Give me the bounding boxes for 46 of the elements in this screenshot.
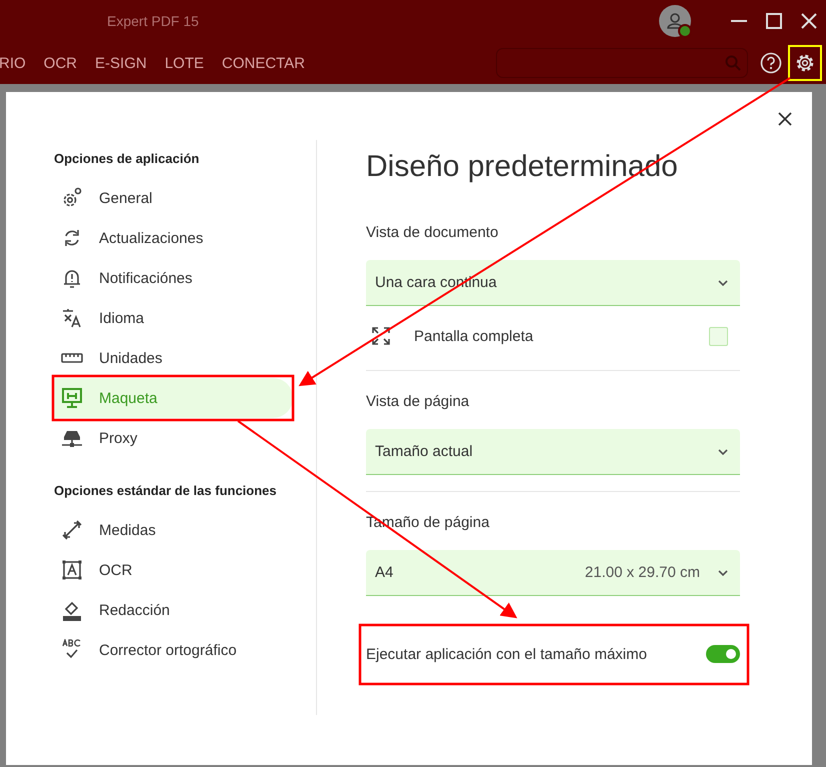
menu-tab[interactable]: LOTE <box>164 54 204 72</box>
toggle-label: Ejecutar aplicación con el tamaño máximo <box>366 646 648 662</box>
menu-tab[interactable]: OCR <box>44 54 78 72</box>
setting-label: Vista de página <box>366 392 470 412</box>
maximize-icon[interactable] <box>766 13 782 29</box>
text-frame-icon <box>61 559 83 581</box>
sidebar-item[interactable]: General <box>53 178 293 218</box>
fullscreen-icon <box>372 327 390 345</box>
gear-icon <box>61 187 83 209</box>
close-icon[interactable] <box>778 112 792 126</box>
chevron-down-icon <box>718 570 728 576</box>
user-avatar[interactable] <box>659 5 691 37</box>
chevron-down-icon <box>718 448 728 454</box>
sidebar-item[interactable]: OCR <box>53 550 293 590</box>
chevron-down-icon <box>718 280 728 286</box>
window-title: Expert PDF 15 <box>107 13 200 29</box>
monitor-icon <box>61 387 83 409</box>
menu-tab[interactable]: CONECTAR <box>222 54 305 72</box>
sidebar-item[interactable]: Medidas <box>53 510 293 550</box>
sidebar-item[interactable]: Proxy <box>53 418 293 458</box>
help-icon[interactable] <box>760 52 782 74</box>
online-status-dot <box>678 24 692 38</box>
checkbox[interactable] <box>709 326 728 346</box>
sidebar-item[interactable]: Actualizaciones <box>53 218 293 258</box>
eraser-icon <box>61 599 83 621</box>
bell-icon <box>61 267 83 289</box>
minimize-icon[interactable] <box>730 20 746 22</box>
sidebar-item[interactable]: Notificaciónes <box>53 258 293 298</box>
translate-icon <box>61 307 83 329</box>
sidebar-item[interactable]: Redacción <box>53 590 293 630</box>
section-heading: Opciones estándar de las funciones <box>54 482 278 500</box>
section-heading: Opciones de aplicación <box>54 150 200 168</box>
measure-icon <box>61 519 83 541</box>
setting-label: Vista de documento <box>366 223 500 243</box>
search-field[interactable] <box>496 48 748 78</box>
sidebar-item[interactable]: Unidades <box>53 338 293 378</box>
spellcheck-icon <box>61 639 83 661</box>
settings-icon[interactable] <box>794 52 816 74</box>
menu-tab[interactable]: E-SIGN <box>95 54 147 72</box>
toggle-switch[interactable] <box>706 645 740 663</box>
dropdown[interactable]: A4 21.00 x 29.70 cm <box>366 550 740 596</box>
menu-tab[interactable]: RIO <box>0 54 26 72</box>
dropdown[interactable]: Tamaño actual <box>366 429 740 475</box>
option-label: Pantalla completa <box>414 328 534 344</box>
sidebar-item[interactable]: Corrector ortográfico <box>53 630 293 670</box>
sidebar-item[interactable]: Idioma <box>53 298 293 338</box>
